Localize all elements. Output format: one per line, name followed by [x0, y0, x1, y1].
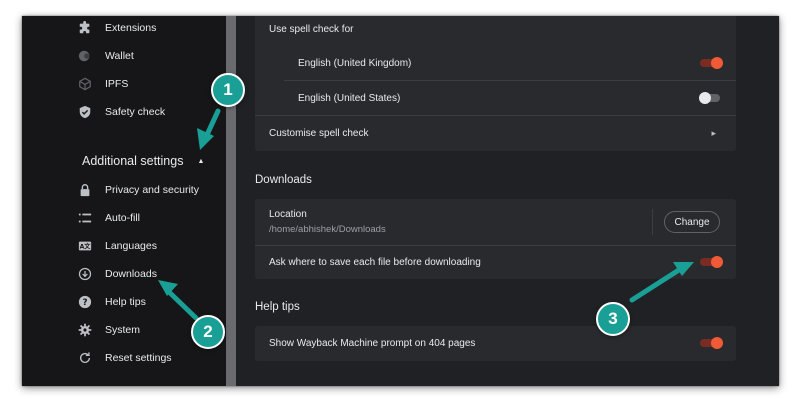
settings-content: Use spell check for English (United King…: [236, 16, 779, 386]
help-tips-card: Show Wayback Machine prompt on 404 pages: [255, 326, 736, 361]
customise-spellcheck-label: Customise spell check: [269, 127, 369, 139]
sidebar-item-label: Reset settings: [105, 352, 172, 364]
language-label: English (United States): [298, 92, 401, 104]
puzzle-icon: [78, 21, 92, 35]
sidebar-item-label: Wallet: [105, 50, 134, 62]
browser-settings-window: Extensions Wallet IPFS Safety check Addi…: [22, 16, 779, 386]
sidebar-item-label: IPFS: [105, 78, 129, 90]
annotation-badge-1: 1: [211, 73, 245, 107]
english-us-toggle[interactable]: [699, 92, 722, 104]
additional-settings-heading: Additional settings: [82, 154, 184, 168]
annotation-badge-3: 3: [596, 302, 630, 336]
caret-up-icon: ▲: [197, 157, 205, 165]
sidebar-item-label: Privacy and security: [105, 184, 199, 196]
spellcheck-language-row[interactable]: English (United Kingdom): [255, 46, 736, 80]
sidebar-item-label: System: [105, 324, 141, 336]
downloads-card: Location /home/abhishek/Downloads Change…: [255, 199, 736, 279]
sidebar-item-label: Help tips: [105, 296, 146, 308]
sidebar-item-privacy-and-security[interactable]: Privacy and security: [78, 180, 199, 200]
ask-where-to-save-toggle[interactable]: [700, 256, 723, 268]
spellcheck-heading: Use spell check for: [269, 23, 354, 35]
spellcheck-card: Use spell check for English (United King…: [255, 16, 736, 151]
help-circle-icon: ?: [78, 295, 92, 309]
annotation-badge-2: 2: [191, 315, 225, 349]
sidebar-item-reset-settings[interactable]: Reset settings: [78, 348, 172, 368]
chevron-right-icon: ▸: [711, 127, 716, 138]
sidebar-item-label: Downloads: [105, 268, 157, 280]
additional-settings-toggle[interactable]: Additional settings ▲: [82, 154, 204, 168]
downloads-section-title: Downloads: [255, 174, 312, 186]
sidebar-item-safety-check[interactable]: Safety check: [78, 102, 165, 122]
translate-icon: A文: [78, 239, 92, 253]
list-icon: [78, 211, 92, 225]
svg-text:?: ?: [82, 298, 87, 308]
lock-icon: [78, 183, 92, 197]
wallet-icon: [78, 49, 92, 63]
spellcheck-heading-row: Use spell check for: [255, 20, 736, 38]
reset-icon: [78, 351, 92, 365]
english-uk-toggle[interactable]: [700, 57, 723, 69]
language-label: English (United Kingdom): [298, 57, 412, 69]
sidebar-item-label: Languages: [105, 240, 157, 252]
sidebar-scrollbar[interactable]: [226, 16, 236, 386]
wayback-prompt-row[interactable]: Show Wayback Machine prompt on 404 pages: [255, 326, 736, 361]
location-label: Location: [269, 209, 307, 220]
svg-text:A文: A文: [80, 243, 92, 251]
change-location-button[interactable]: Change: [664, 211, 720, 233]
ipfs-cube-icon: [78, 77, 92, 91]
ask-where-to-save-label: Ask where to save each file before downl…: [269, 257, 481, 268]
sidebar-item-extensions[interactable]: Extensions: [78, 18, 156, 38]
sidebar-item-downloads[interactable]: Downloads: [78, 264, 157, 284]
sidebar-item-wallet[interactable]: Wallet: [78, 46, 134, 66]
wayback-prompt-label: Show Wayback Machine prompt on 404 pages: [269, 338, 476, 349]
sidebar-item-languages[interactable]: A文 Languages: [78, 236, 157, 256]
download-circle-icon: [78, 267, 92, 281]
divider: [652, 209, 653, 235]
sidebar-item-label: Extensions: [105, 22, 157, 34]
sidebar-item-auto-fill[interactable]: Auto-fill: [78, 208, 140, 228]
spellcheck-language-row[interactable]: English (United States): [255, 81, 736, 115]
sidebar-item-label: Safety check: [105, 106, 166, 118]
sidebar-item-label: Auto-fill: [105, 212, 141, 224]
location-path: /home/abhishek/Downloads: [269, 224, 386, 235]
customise-spellcheck-row[interactable]: Customise spell check ▸: [255, 116, 736, 150]
wayback-prompt-toggle[interactable]: [700, 337, 723, 349]
shield-check-icon: [78, 105, 92, 119]
sidebar-item-ipfs[interactable]: IPFS: [78, 74, 128, 94]
sidebar-item-help-tips[interactable]: ? Help tips: [78, 292, 146, 312]
ask-where-to-save-row[interactable]: Ask where to save each file before downl…: [255, 246, 736, 279]
sidebar-item-system[interactable]: System: [78, 320, 140, 340]
help-tips-section-title: Help tips: [255, 301, 300, 313]
gear-icon: [78, 323, 92, 337]
